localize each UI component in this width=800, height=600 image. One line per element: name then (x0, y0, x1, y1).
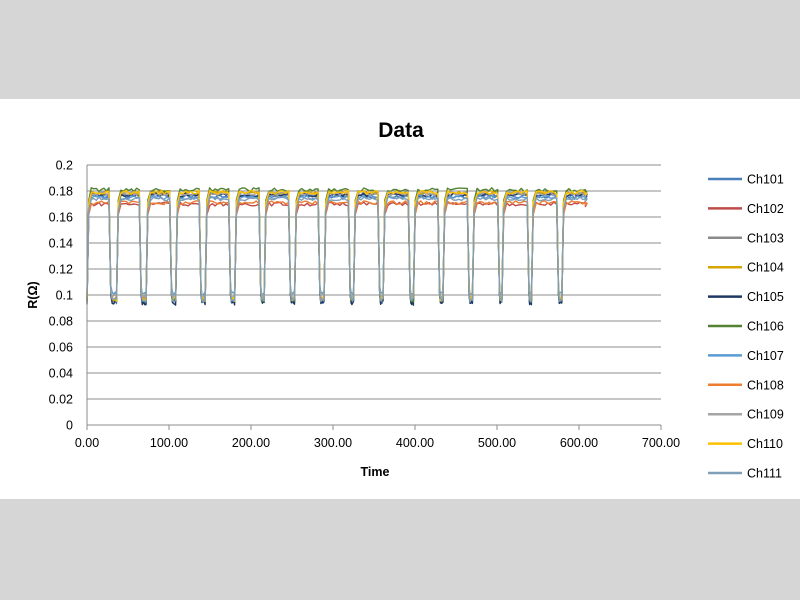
series-line-ch104 (86, 189, 588, 302)
series-line-ch105 (86, 192, 588, 306)
chart-panel: Data 0 0.02 0.04 0.06 0.08 0.1 0.12 0.14 0.16 0.1… (0, 99, 800, 499)
y-tick-label: 0.18 (49, 185, 73, 199)
x-tick-label: 300.00 (314, 436, 352, 450)
x-axis-label: Time (361, 465, 390, 479)
series-line-ch106 (86, 187, 588, 303)
series-line-ch109 (86, 191, 588, 299)
series-lines (86, 187, 588, 306)
legend-entry: Ch108 (747, 378, 784, 392)
line-chart: Data 0 0.02 0.04 0.06 0.08 0.1 0.12 0.14 0.16 0.1… (26, 119, 784, 481)
y-tick-label: 0.16 (49, 211, 73, 225)
series-line-ch107 (86, 194, 588, 297)
x-tick-label: 0.00 (75, 436, 99, 450)
series-line-ch108 (86, 200, 588, 301)
legend: Ch101 Ch102 Ch103 Ch104 Ch105 Ch106 Ch107 Ch108… (708, 173, 784, 481)
series-line-ch101 (86, 193, 588, 305)
legend-entry: Ch103 (747, 231, 784, 245)
y-tick-label: 0.06 (49, 341, 73, 355)
y-tick-label: 0.08 (49, 315, 73, 329)
legend-entry: Ch111 (747, 467, 782, 481)
x-tick-label: 500.00 (478, 436, 516, 450)
legend-entry: Ch101 (747, 173, 784, 187)
legend-entry: Ch105 (747, 290, 784, 304)
y-tick-label: 0.12 (49, 263, 73, 277)
x-tick-label: 200.00 (232, 436, 270, 450)
legend-entry: Ch106 (747, 320, 784, 334)
legend-entry: Ch104 (747, 261, 784, 275)
x-tick-label: 100.00 (150, 436, 188, 450)
legend-entry: Ch102 (747, 202, 784, 216)
series-line-ch110 (86, 189, 588, 303)
x-tick-label: 400.00 (396, 436, 434, 450)
series-line-ch103 (86, 191, 588, 304)
legend-entry: Ch109 (747, 408, 784, 422)
y-tick-label: 0.2 (56, 159, 73, 173)
x-axis-ticks: 0.00 100.00 200.00 300.00 400.00 500.00 600.00… (75, 425, 680, 450)
x-tick-label: 700.00 (642, 436, 680, 450)
gridlines (87, 164, 661, 400)
chart-title: Data (378, 119, 424, 142)
series-line-ch111 (86, 196, 588, 303)
y-tick-label: 0.14 (49, 237, 73, 251)
y-tick-label: 0 (66, 419, 73, 433)
y-axis-label: R(Ω) (26, 281, 40, 308)
y-axis-ticks: 0 0.02 0.04 0.06 0.08 0.1 0.12 0.14 0.16 0.18 0.2 (49, 159, 73, 433)
legend-entry: Ch110 (747, 437, 783, 451)
y-tick-label: 0.02 (49, 393, 73, 407)
legend-entry: Ch107 (747, 349, 784, 363)
x-tick-label: 600.00 (560, 436, 598, 450)
y-tick-label: 0.1 (56, 289, 73, 303)
y-tick-label: 0.04 (49, 367, 73, 381)
